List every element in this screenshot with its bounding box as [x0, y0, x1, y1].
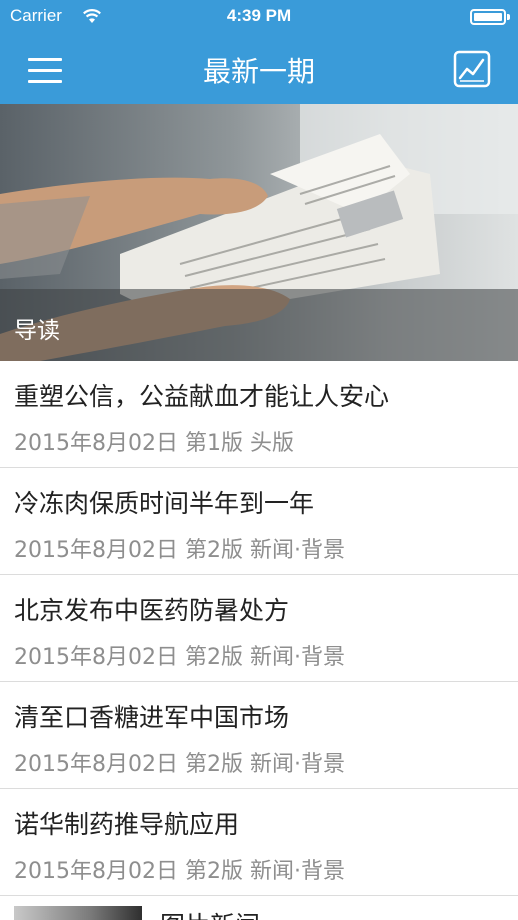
article-title: 清至口香糖进军中国市场	[14, 703, 290, 732]
article-meta: 2015年8月02日 第1版 头版	[14, 431, 294, 456]
battery-icon	[470, 9, 506, 25]
list-item[interactable]: 北京发布中医药防暑处方 2015年8月02日 第2版 新闻·背景	[0, 575, 518, 682]
status-bar: Carrier 4:39 PM	[0, 0, 518, 34]
list-item[interactable]: 冷冻肉保质时间半年到一年 2015年8月02日 第2版 新闻·背景	[0, 468, 518, 575]
hero-caption-bar: 导读	[0, 289, 518, 361]
hero-banner[interactable]: 导读	[0, 104, 518, 361]
status-time: 4:39 PM	[226, 6, 292, 25]
article-meta: 2015年8月02日 第2版 新闻·背景	[14, 538, 345, 563]
article-title: 北京发布中医药防暑处方	[14, 596, 290, 625]
article-thumbnail	[14, 906, 142, 920]
hero-caption: 导读	[14, 318, 60, 344]
article-title: 图片新闻	[160, 906, 260, 920]
article-title: 重塑公信，公益献血才能让人安心	[14, 382, 390, 411]
article-meta: 2015年8月02日 第2版 新闻·背景	[14, 752, 345, 777]
list-item[interactable]: 诺华制药推导航应用 2015年8月02日 第2版 新闻·背景	[0, 789, 518, 896]
page-title: 最新一期	[202, 55, 315, 88]
article-title: 诺华制药推导航应用	[14, 810, 240, 839]
list-item-partial[interactable]: 图片新闻	[0, 896, 518, 920]
list-item[interactable]: 重塑公信，公益献血才能让人安心 2015年8月02日 第1版 头版	[0, 361, 518, 468]
list-item[interactable]: 清至口香糖进军中国市场 2015年8月02日 第2版 新闻·背景	[0, 682, 518, 789]
battery-tip	[507, 14, 510, 20]
article-meta: 2015年8月02日 第2版 新闻·背景	[14, 645, 345, 670]
article-meta: 2015年8月02日 第2版 新闻·背景	[14, 859, 345, 884]
article-title: 冷冻肉保质时间半年到一年	[14, 489, 315, 518]
article-list: 重塑公信，公益献血才能让人安心 2015年8月02日 第1版 头版 冷冻肉保质时…	[0, 361, 518, 896]
line-chart-icon[interactable]	[452, 49, 492, 89]
navigation-bar: 最新一期	[0, 34, 518, 104]
